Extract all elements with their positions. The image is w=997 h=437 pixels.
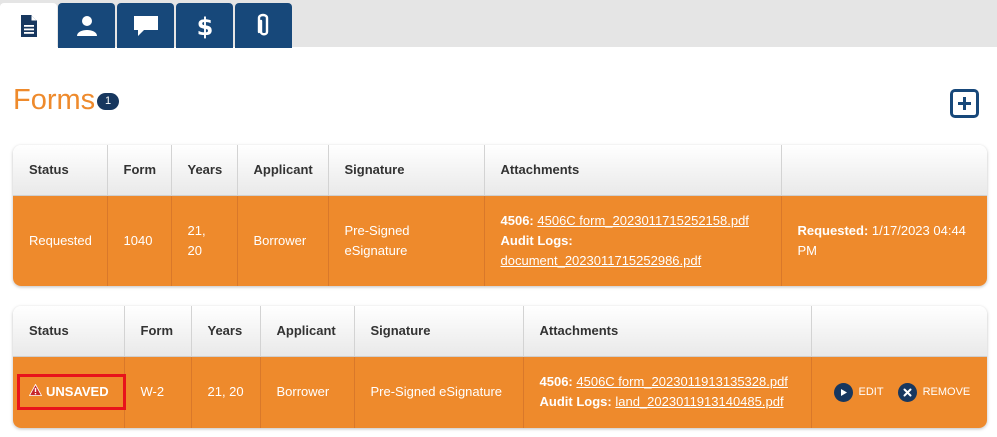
attachment-label-4506: 4506: [539, 374, 573, 390]
column-header-applicant[interactable]: Applicant [260, 306, 355, 357]
tab-comments[interactable] [117, 3, 174, 48]
column-header-status[interactable]: Status [13, 145, 108, 196]
signature-line-2: eSignature [344, 242, 408, 258]
applicant-cell: Borrower [260, 356, 355, 428]
status-cell: Requested [13, 195, 108, 286]
column-header-attachments[interactable]: Attachments [484, 145, 782, 196]
tab-bar: $ [0, 0, 997, 48]
paperclip-icon [257, 13, 271, 39]
column-header-years[interactable]: Years [171, 145, 238, 196]
chat-icon [133, 15, 159, 37]
attachment-label-4506: 4506: [500, 212, 534, 228]
applicant-cell: Borrower [237, 195, 329, 286]
column-header-actions [811, 306, 987, 357]
play-circle-icon [833, 382, 853, 402]
edit-label: EDIT [858, 386, 884, 399]
column-header-signature[interactable]: Signature [328, 145, 485, 196]
attachments-cell: 4506: 4506C form_2023011913135328.pdf Au… [523, 356, 812, 428]
column-header-applicant[interactable]: Applicant [237, 145, 329, 196]
svg-text:$: $ [196, 13, 213, 40]
signature-line-1: Pre-Signed [344, 222, 410, 238]
column-header-signature[interactable]: Signature [354, 306, 524, 357]
attachment-link-4506[interactable]: 4506C form_2023011913135328.pdf [576, 374, 788, 389]
table-header-row: Status Form Years Applicant Signature At… [13, 306, 987, 357]
requested-label: Requested: [797, 222, 869, 238]
remove-label: REMOVE [922, 386, 971, 399]
years-line-2: 20 [187, 242, 202, 258]
column-header-attachments[interactable]: Attachments [523, 306, 812, 357]
unsaved-status-badge: UNSAVED [17, 374, 126, 411]
form-cell: 1040 [107, 195, 172, 286]
remove-button[interactable]: REMOVE [897, 382, 971, 402]
column-header-status[interactable]: Status [13, 306, 125, 357]
column-header-years[interactable]: Years [191, 306, 261, 357]
add-form-button[interactable] [950, 89, 979, 118]
actions-cell: EDIT REMOVE [811, 356, 987, 428]
tab-person[interactable] [58, 3, 115, 48]
years-cell: 21, 20 [191, 356, 261, 428]
form-table-unsaved: Status Form Years Applicant Signature At… [13, 306, 987, 428]
tab-fees[interactable]: $ [176, 3, 233, 48]
edit-button[interactable]: EDIT [833, 382, 884, 402]
table-header-row: Status Form Years Applicant Signature At… [13, 145, 987, 196]
requested-cell: Requested: 1/17/2023 04:44 PM [781, 195, 987, 286]
table-row: UNSAVED W-2 21, 20 Borrower Pre-Signed e… [13, 356, 987, 428]
page-title: Forms [13, 84, 96, 116]
attachment-label-audit-logs: Audit Logs: [539, 394, 612, 410]
attachment-link-audit-logs[interactable]: land_2023011913140485.pdf [615, 394, 783, 409]
years-line-1: 21, [187, 222, 206, 238]
tab-document[interactable] [0, 3, 57, 48]
close-circle-icon [897, 382, 917, 402]
attachment-label-audit-logs: Audit Logs: [500, 232, 573, 248]
years-cell: 21, 20 [171, 195, 238, 286]
signature-cell: Pre-Signed eSignature [354, 356, 524, 428]
status-text: UNSAVED [46, 384, 109, 400]
tab-attachments[interactable] [235, 3, 292, 48]
attachments-cell: 4506: 4506C form_2023011715252158.pdf Au… [484, 195, 782, 286]
form-cell: W-2 [124, 356, 192, 428]
warning-icon [28, 382, 43, 402]
attachment-link-4506[interactable]: 4506C form_2023011715252158.pdf [537, 213, 749, 228]
status-cell: UNSAVED [13, 356, 126, 428]
count-badge: 1 [97, 93, 119, 110]
dollar-icon: $ [195, 12, 215, 40]
attachment-link-audit-logs[interactable]: document_2023011715252986.pdf [501, 253, 702, 268]
document-icon [19, 14, 39, 38]
signature-cell: Pre-Signed eSignature [328, 195, 485, 286]
column-header-actions [781, 145, 987, 196]
table-row: Requested 1040 21, 20 Borrower Pre-Signe… [13, 195, 987, 286]
form-table-requested: Status Form Years Applicant Signature At… [13, 145, 987, 286]
column-header-form[interactable]: Form [107, 145, 172, 196]
person-icon [76, 15, 98, 37]
column-header-form[interactable]: Form [124, 306, 192, 357]
